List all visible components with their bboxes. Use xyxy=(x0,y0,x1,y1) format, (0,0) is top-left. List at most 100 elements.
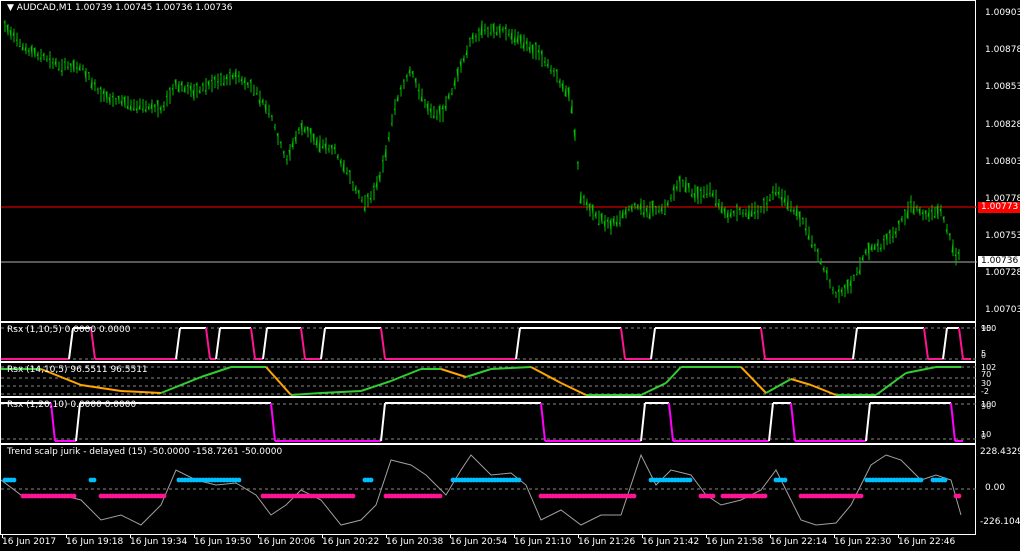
time-label: 16 Jun 21:26 xyxy=(578,537,636,547)
bid-price-tag: 1.00773 xyxy=(978,202,1020,213)
jurik-dot xyxy=(437,493,443,499)
jurik-dot xyxy=(71,493,77,499)
price-bar-open xyxy=(423,99,426,101)
jurik-dot xyxy=(516,477,522,483)
rsx-1-scale: 100 95 5 0 xyxy=(977,322,1020,362)
rsx-transition xyxy=(865,402,871,442)
symbol-title: ▼ AUDCAD,M1 1.00739 1.00745 1.00736 1.00… xyxy=(7,3,233,13)
time-tick xyxy=(578,535,579,538)
rsx-2-segment xyxy=(265,366,292,396)
time-tick xyxy=(322,535,323,538)
jurik-dot xyxy=(161,493,167,499)
price-bars xyxy=(1,20,977,303)
price-bar-open xyxy=(57,69,60,71)
scale-label: 0 xyxy=(981,351,987,360)
rsx-1-pane[interactable]: Rsx (1,10,5) 0.0000 0.0000 xyxy=(0,322,977,362)
time-label: 16 Jun 21:58 xyxy=(706,537,764,547)
price-label: 1.00878 xyxy=(985,45,1020,55)
time-label: 16 Jun 19:34 xyxy=(130,537,188,547)
time-label: 16 Jun 20:38 xyxy=(386,537,444,547)
price-bar-open xyxy=(477,29,480,31)
time-tick xyxy=(514,535,515,538)
price-bar-open xyxy=(402,80,405,82)
rsx-2-segment xyxy=(490,366,532,370)
time-label: 16 Jun 21:10 xyxy=(514,537,572,547)
price-bar-open xyxy=(483,29,486,32)
rsx-2-segment xyxy=(440,368,467,378)
ask-price-tag: 1.00736 xyxy=(978,256,1020,267)
price-label: 1.00753 xyxy=(985,231,1020,241)
rsx-transition xyxy=(760,327,766,360)
time-label: 16 Jun 20:22 xyxy=(322,537,380,547)
symbol-quote: AUDCAD,M1 1.00739 1.00745 1.00736 1.0073… xyxy=(16,3,233,13)
rsx-2-segment xyxy=(200,366,232,378)
time-label: 16 Jun 19:50 xyxy=(194,537,252,547)
time-tick xyxy=(770,535,771,538)
rsx-2-segment xyxy=(530,366,562,384)
time-axis[interactable]: 16 Jun 2017 16 Jun 19:18 16 Jun 19:34 16 Ju… xyxy=(0,535,976,551)
rsx-3-scale: 100 90 10 0 xyxy=(977,397,1020,444)
rsx-2-segment xyxy=(790,378,812,386)
rsx-3-pane[interactable]: Rsx (1,20,10) 0.0000 0.0000 xyxy=(0,397,977,444)
jurik-dot xyxy=(782,477,788,483)
jurik-dot xyxy=(631,493,637,499)
time-tick xyxy=(258,535,259,538)
price-bar-open xyxy=(618,222,621,224)
jurik-dot xyxy=(942,477,948,483)
rsx-2-segment xyxy=(320,390,362,394)
rsx-transition xyxy=(768,402,774,442)
price-chart-pane[interactable]: ▼ AUDCAD,M1 1.00739 1.00745 1.00736 1.00… xyxy=(0,0,977,322)
scale-label: 90 xyxy=(981,402,992,411)
price-label: 1.00728 xyxy=(985,268,1020,278)
time-label: 16 Jun 20:06 xyxy=(258,537,316,547)
price-bar-open xyxy=(891,236,894,238)
rsx-transition xyxy=(640,402,646,442)
rsx-3-title: Rsx (1,20,10) 0.0000 0.0000 xyxy=(7,400,137,410)
time-tick xyxy=(642,535,643,538)
time-tick xyxy=(66,535,67,538)
time-label: 16 Jun 22:14 xyxy=(770,537,828,547)
rsx-transition xyxy=(250,327,256,360)
time-label: 16 Jun 2017 xyxy=(2,537,57,547)
dropdown-arrow-icon[interactable]: ▼ xyxy=(7,3,14,13)
scale-label: 0 xyxy=(981,432,987,441)
jurik-title: Trend scalp jurik - delayed (15) -50.000… xyxy=(7,447,283,457)
time-tick xyxy=(194,535,195,538)
price-bar-open xyxy=(543,61,546,63)
rsx-2-segment xyxy=(665,366,682,384)
rsx-2-segment xyxy=(120,390,162,394)
jurik-pane[interactable]: Trend scalp jurik - delayed (15) -50.000… xyxy=(0,444,977,535)
price-label: 1.00803 xyxy=(985,157,1020,167)
time-tick xyxy=(386,535,387,538)
jurik-dot xyxy=(858,493,864,499)
rsx-2-title: Rsx (14,10,5) 96.5511 96.5511 xyxy=(7,365,148,375)
rsx-2-segment xyxy=(290,392,322,396)
price-bar-open xyxy=(828,280,831,282)
price-scale[interactable]: 1.00903 1.00878 1.00853 1.00828 1.00803 … xyxy=(977,0,1020,322)
time-tick xyxy=(898,535,899,538)
price-bar-open xyxy=(663,213,666,215)
jurik-dot xyxy=(710,493,716,499)
jurik-line xyxy=(0,453,977,526)
jurik-dot xyxy=(956,493,962,499)
rsx-transition xyxy=(270,402,276,442)
jurik-line-path xyxy=(0,453,962,526)
price-bar-open xyxy=(756,211,759,213)
rsx-transition xyxy=(205,327,211,360)
rsx-transition xyxy=(175,327,181,360)
time-label: 16 Jun 19:18 xyxy=(66,537,124,547)
price-bar-open xyxy=(759,205,762,208)
rsx-2-segment xyxy=(875,372,907,396)
price-bar-open xyxy=(654,205,657,208)
rsx-3-line xyxy=(1,402,977,442)
jurik-dot xyxy=(918,477,924,483)
jurik-dot xyxy=(762,493,768,499)
rsx-2-pane[interactable]: Rsx (14,10,5) 96.5511 96.5511 xyxy=(0,362,977,397)
rsx-2-segment xyxy=(560,382,587,396)
rsx-2-segment xyxy=(390,368,422,382)
jurik-dot xyxy=(11,477,17,483)
rsx-transition xyxy=(300,327,306,360)
jurik-dot xyxy=(91,477,97,483)
price-bar-open xyxy=(219,73,222,75)
jurik-dot xyxy=(687,477,693,483)
